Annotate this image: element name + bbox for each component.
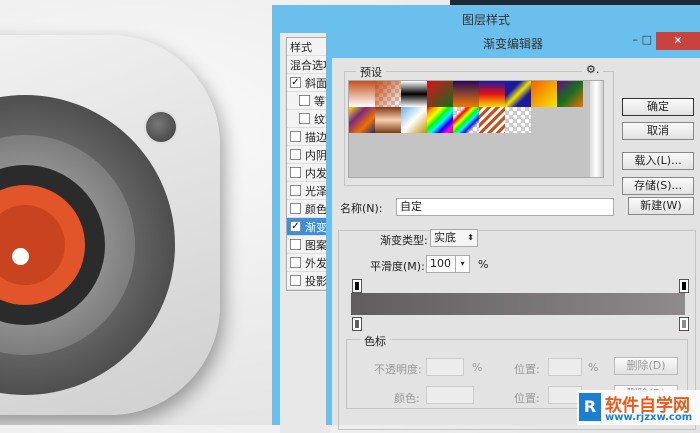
preset-swatch[interactable] [349, 81, 375, 107]
delete-opacity-stop-button: 删除(D) [614, 357, 678, 375]
color-stop-left[interactable] [352, 317, 362, 331]
style-item[interactable]: 纹理 [287, 110, 330, 128]
preset-swatch[interactable] [453, 107, 479, 133]
preset-swatch[interactable] [427, 107, 453, 133]
styles-header: 样式 [287, 38, 330, 56]
opacity-stop-right[interactable] [679, 279, 689, 293]
preset-swatch[interactable] [479, 107, 505, 133]
close-button[interactable]: ✕ [656, 32, 700, 50]
type-value: 实底 [434, 231, 456, 244]
preset-swatch[interactable] [479, 81, 505, 107]
maximize-button[interactable]: □ [642, 33, 652, 46]
style-item[interactable]: 图案叠加 [287, 236, 330, 254]
checkbox[interactable] [290, 257, 301, 268]
new-button[interactable]: 新建(W) [628, 197, 694, 215]
position-percent: % [588, 361, 599, 374]
checkbox[interactable] [290, 185, 301, 196]
screw [146, 112, 176, 142]
load-button[interactable]: 载入(L)... [622, 152, 694, 170]
checkbox[interactable] [290, 167, 301, 178]
preset-swatch[interactable] [349, 107, 375, 133]
checkbox[interactable] [290, 275, 301, 286]
checkbox[interactable] [299, 95, 310, 106]
presets-grid [348, 80, 604, 178]
type-label: 渐变类型: [380, 234, 428, 247]
style-item[interactable]: 内阴影 [287, 146, 330, 164]
opacity-percent: % [472, 361, 483, 374]
opacity-position-input [548, 358, 582, 376]
name-label: 名称(N): [340, 202, 383, 215]
style-list: 样式 混合选项 ✓斜面和浮雕等高线纹理描边内阴影内发光光泽颜色叠加✓渐变叠加图案… [286, 37, 331, 291]
style-item[interactable]: 光泽 [287, 182, 330, 200]
smoothness-label: 平滑度(M): [370, 260, 425, 273]
smoothness-percent: % [478, 258, 489, 271]
color-position-label: 位置: [514, 392, 540, 405]
presets-scrollbar[interactable] [590, 81, 603, 177]
save-button[interactable]: 存储(S)... [622, 177, 694, 195]
checkbox[interactable] [290, 131, 301, 142]
blend-options[interactable]: 混合选项 [287, 56, 330, 74]
checkbox[interactable] [290, 239, 301, 250]
ok-button[interactable]: 确定 [622, 98, 694, 116]
style-item-label: 光泽 [305, 184, 327, 198]
preset-swatch[interactable] [427, 81, 453, 107]
checkbox[interactable]: ✓ [290, 77, 301, 88]
position-label: 位置: [514, 363, 540, 376]
preset-swatch[interactable] [557, 81, 583, 107]
dropdown-arrow-icon[interactable]: ▾ [455, 256, 469, 272]
type-select[interactable]: 实底 ⬍ [430, 229, 478, 247]
smoothness-input[interactable]: 100 ▾ [426, 255, 470, 273]
preset-swatch[interactable] [505, 107, 531, 133]
style-item[interactable]: 投影 [287, 272, 330, 290]
speaker-artwork [0, 0, 275, 425]
checkbox[interactable] [299, 113, 310, 124]
preset-swatch[interactable] [401, 81, 427, 107]
preset-swatch[interactable] [375, 81, 401, 107]
layer-style-title: 图层样式 [461, 13, 510, 27]
gradient-bar[interactable] [351, 293, 685, 315]
watermark-logo: R [579, 393, 601, 421]
color-stop-right[interactable] [679, 317, 689, 331]
opacity-stop-left[interactable] [352, 279, 362, 293]
checkbox[interactable] [290, 149, 301, 160]
preset-swatch[interactable] [453, 81, 479, 107]
cancel-button[interactable]: 取消 [622, 122, 694, 140]
checkbox[interactable] [290, 203, 301, 214]
style-item[interactable]: 颜色叠加 [287, 200, 330, 218]
style-item[interactable]: 描边 [287, 128, 330, 146]
stops-label: 色标 [360, 333, 390, 349]
preset-swatch[interactable] [375, 107, 401, 133]
watermark: R 软件自学网 www.rjzxw.com [577, 390, 700, 425]
color-label: 颜色: [394, 392, 420, 405]
opacity-label: 不透明度: [374, 363, 422, 376]
checkbox[interactable]: ✓ [290, 221, 301, 232]
style-item[interactable]: 等高线 [287, 92, 330, 110]
opacity-input [426, 358, 464, 376]
style-item[interactable]: ✓斜面和浮雕 [287, 74, 330, 92]
style-item-label: 投影 [305, 274, 327, 288]
color-swatch [426, 386, 474, 404]
style-item[interactable]: ✓渐变叠加 [287, 218, 330, 236]
minimize-button[interactable]: – [633, 33, 639, 46]
preset-swatch[interactable] [531, 81, 557, 107]
name-input[interactable]: 自定 [396, 198, 614, 216]
presets-label: 预设 [356, 64, 386, 80]
gear-icon[interactable]: ⚙. [582, 63, 604, 76]
style-item[interactable]: 外发光 [287, 254, 330, 272]
preset-swatch[interactable] [505, 81, 531, 107]
gradient-editor-dialog: 渐变编辑器 – □ ✕ 预设 ⚙. 确定 取消 载入(L)... 存储(S)..… [326, 30, 700, 430]
updown-icon: ⬍ [467, 233, 474, 242]
style-item[interactable]: 内发光 [287, 164, 330, 182]
watermark-url: www.rjzxw.com [605, 412, 693, 423]
style-item-label: 描边 [305, 130, 327, 144]
preset-swatch[interactable] [401, 107, 427, 133]
smoothness-value: 100 [430, 257, 451, 270]
